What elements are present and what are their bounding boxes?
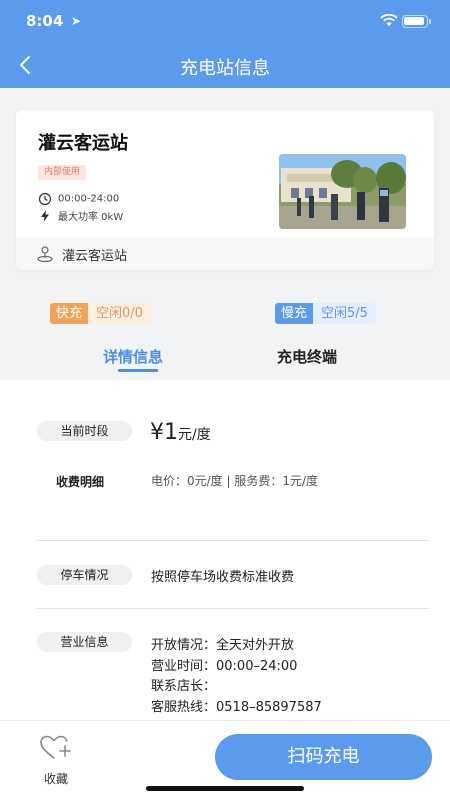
power-row: 最大功率 0kW bbox=[38, 208, 123, 223]
fast-charge-label: 快充 bbox=[50, 303, 89, 324]
address-bar[interactable]: 灌云客运站 bbox=[16, 237, 434, 270]
tab-details[interactable]: 详情信息 bbox=[103, 346, 163, 367]
favorite-button[interactable]: 收藏 bbox=[30, 734, 82, 787]
business-label: 营业信息 bbox=[37, 632, 132, 652]
location-arrow-icon: ➤ bbox=[71, 14, 82, 28]
top-bar: 8:04 ➤ 充电站信息 bbox=[0, 0, 450, 88]
slow-charge-label: 慢充 bbox=[275, 303, 314, 324]
parking-value: 按照停车场收费标准收费 bbox=[151, 570, 295, 585]
parking-label: 停车情况 bbox=[37, 565, 132, 585]
scan-to-charge-button[interactable]: 扫码充电 bbox=[215, 734, 432, 780]
clock-icon bbox=[38, 192, 52, 206]
battery-icon bbox=[402, 15, 431, 28]
station-tag: 内部使用 bbox=[38, 165, 87, 180]
fast-charge-status: 快充 空闲0/0 bbox=[50, 303, 151, 324]
tab-charging-terminals[interactable]: 充电终端 bbox=[277, 346, 337, 367]
fee-detail-value: 电价：0元/度 | 服务费：1元/度 bbox=[151, 474, 319, 488]
status-bar: 8:04 ➤ bbox=[0, 0, 450, 44]
fast-charge-value: 空闲0/0 bbox=[88, 303, 151, 324]
station-name: 灌云客运站 bbox=[38, 133, 128, 154]
station-hours: 00:00-24:00 bbox=[58, 193, 120, 205]
slow-charge-value: 空闲5/5 bbox=[313, 303, 376, 324]
active-tab-indicator bbox=[118, 369, 158, 372]
divider bbox=[37, 540, 429, 541]
station-address: 灌云客运站 bbox=[62, 249, 128, 264]
home-indicator bbox=[146, 786, 304, 791]
favorite-label: 收藏 bbox=[43, 772, 68, 786]
current-period-label: 当前时段 bbox=[37, 421, 132, 441]
heart-plus-icon bbox=[40, 735, 71, 759]
location-pin-icon bbox=[37, 246, 53, 263]
fee-detail-label: 收费明细 bbox=[56, 475, 105, 489]
status-time: 8:04 bbox=[26, 12, 64, 30]
lightning-icon bbox=[41, 209, 49, 222]
station-card: 灌云客运站 内部使用 00:00-24:00 最大功率 0kW 灌云客运站 bbox=[16, 110, 434, 270]
price-amount: ¥1 bbox=[150, 420, 178, 445]
divider bbox=[37, 608, 429, 609]
wifi-icon bbox=[380, 14, 398, 26]
page-title: 充电站信息 bbox=[180, 58, 270, 79]
price-unit: 元/度 bbox=[178, 427, 211, 443]
business-open-status: 开放情况：全天对外开放 bbox=[151, 638, 295, 653]
current-price: ¥1元/度 bbox=[150, 420, 211, 445]
hours-row: 00:00-24:00 bbox=[38, 192, 119, 206]
business-hotline[interactable]: 客服热线：0518–85897587 bbox=[151, 696, 322, 715]
business-manager: 联系店长： bbox=[151, 679, 217, 694]
station-photo[interactable] bbox=[279, 154, 406, 229]
business-hours: 营业时间：00:00–24:00 bbox=[151, 659, 298, 674]
station-max-power: 最大功率 0kW bbox=[58, 212, 124, 223]
slow-charge-status: 慢充 空闲5/5 bbox=[275, 303, 376, 324]
